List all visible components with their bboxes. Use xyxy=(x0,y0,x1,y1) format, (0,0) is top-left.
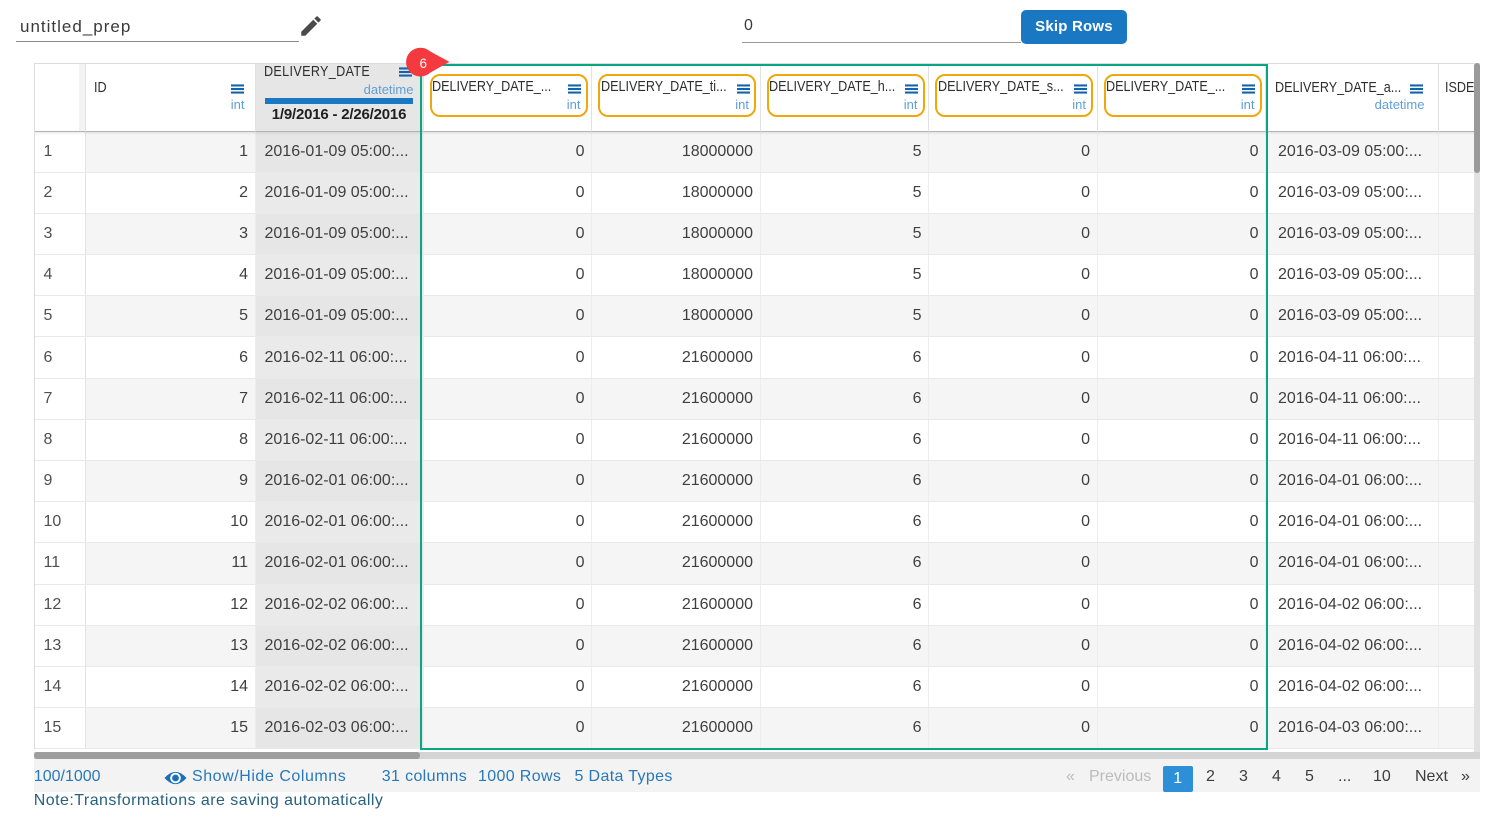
svg-text:6: 6 xyxy=(419,55,427,70)
